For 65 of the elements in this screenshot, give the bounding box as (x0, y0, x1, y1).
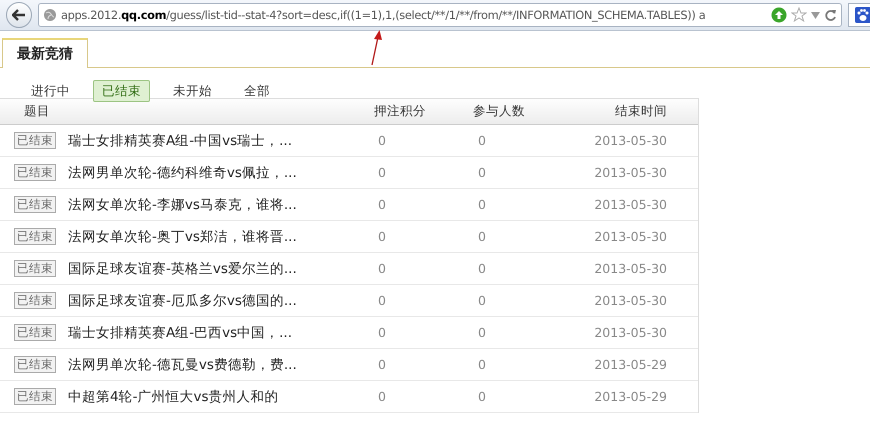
title-link[interactable]: 法网女单次轮-奥丁vs郑洁，谁将晋... (68, 228, 297, 246)
filter-tab[interactable]: 未开始 (164, 80, 221, 102)
back-button[interactable] (6, 2, 32, 28)
status-badge: 已结束 (14, 260, 56, 277)
filter-tab[interactable]: 已结束 (93, 80, 150, 102)
participants-cell: 0 (478, 293, 486, 308)
end-time-cell: 2013-05-30 (594, 261, 667, 276)
participants-cell: 0 (478, 229, 486, 244)
status-badge: 已结束 (14, 228, 56, 245)
column-header[interactable]: 结束时间 (615, 103, 667, 118)
participants-cell: 0 (478, 197, 486, 212)
status-badge: 已结束 (14, 324, 56, 341)
status-badge: 已结束 (14, 292, 56, 309)
tab[interactable]: 最新竞猜 (2, 38, 88, 68)
points-cell: 0 (378, 293, 386, 308)
points-cell: 0 (378, 133, 386, 148)
points-cell: 0 (378, 229, 386, 244)
address-bar[interactable]: apps.2012.qq.com/guess/list-tid--stat-4?sort=desc,if((1=1),1,(select/**/1/**/from/**/INFORMATION_SCHEMA.TABLES)) a (38, 3, 842, 27)
column-header[interactable]: 参与人数 (473, 103, 525, 118)
back-arrow-icon (12, 9, 26, 21)
title-link[interactable]: 法网男单次轮-德约科维奇vs佩拉，... (68, 164, 297, 182)
points-cell: 0 (378, 389, 386, 404)
points-cell: 0 (378, 165, 386, 180)
title-link[interactable]: 瑞士女排精英赛A组-巴西vs中国，... (68, 324, 292, 342)
title-link[interactable]: 中超第4轮-广州恒大vs贵州人和的 (68, 388, 278, 406)
filter-tab[interactable]: 全部 (235, 80, 279, 102)
title-link[interactable]: 国际足球友谊赛-厄瓜多尔vs德国的... (68, 292, 297, 310)
status-badge: 已结束 (14, 132, 56, 149)
end-time-cell: 2013-05-30 (594, 229, 667, 244)
status-badge: 已结束 (14, 164, 56, 181)
refresh-icon[interactable] (824, 8, 837, 22)
end-time-cell: 2013-05-30 (594, 325, 667, 340)
end-time-cell: 2013-05-30 (594, 293, 667, 308)
globe-icon (43, 8, 57, 22)
url-text: apps.2012.qq.com/guess/list-tid--stat-4?sort=desc,if((1=1),1,(select/**/1/**/from/**/INFORMATION_SCHEMA.TABLES)) a (61, 8, 706, 22)
end-time-cell: 2013-05-29 (594, 357, 667, 372)
go-icon[interactable] (771, 7, 787, 23)
dropdown-icon[interactable] (811, 12, 820, 18)
points-cell: 0 (378, 357, 386, 372)
end-time-cell: 2013-05-30 (594, 133, 667, 148)
participants-cell: 0 (478, 325, 486, 340)
points-cell: 0 (378, 261, 386, 276)
participants-cell: 0 (478, 261, 486, 276)
points-cell: 0 (378, 325, 386, 340)
star-icon[interactable] (791, 7, 807, 23)
status-badge: 已结束 (14, 196, 56, 213)
end-time-cell: 2013-05-30 (594, 197, 667, 212)
participants-cell: 0 (478, 133, 486, 148)
paw-icon (855, 7, 870, 23)
points-cell: 0 (378, 197, 386, 212)
column-header[interactable]: 题目 (24, 103, 50, 118)
title-link[interactable]: 国际足球友谊赛-英格兰vs爱尔兰的... (68, 260, 297, 278)
status-badge: 已结束 (14, 388, 56, 405)
title-link[interactable]: 法网男单次轮-德瓦曼vs费德勒，费... (68, 356, 297, 374)
end-time-cell: 2013-05-30 (594, 165, 667, 180)
participants-cell: 0 (478, 165, 486, 180)
status-badge: 已结束 (14, 356, 56, 373)
title-link[interactable]: 法网女单次轮-李娜vs马泰克，谁将... (68, 196, 297, 214)
participants-cell: 0 (478, 357, 486, 372)
participants-cell: 0 (478, 389, 486, 404)
column-header[interactable]: 押注积分 (374, 103, 426, 118)
end-time-cell: 2013-05-29 (594, 389, 667, 404)
filter-tab[interactable]: 进行中 (22, 80, 79, 102)
search-engine-button[interactable] (848, 3, 870, 27)
title-link[interactable]: 瑞士女排精英赛A组-中国vs瑞士，... (68, 132, 292, 150)
